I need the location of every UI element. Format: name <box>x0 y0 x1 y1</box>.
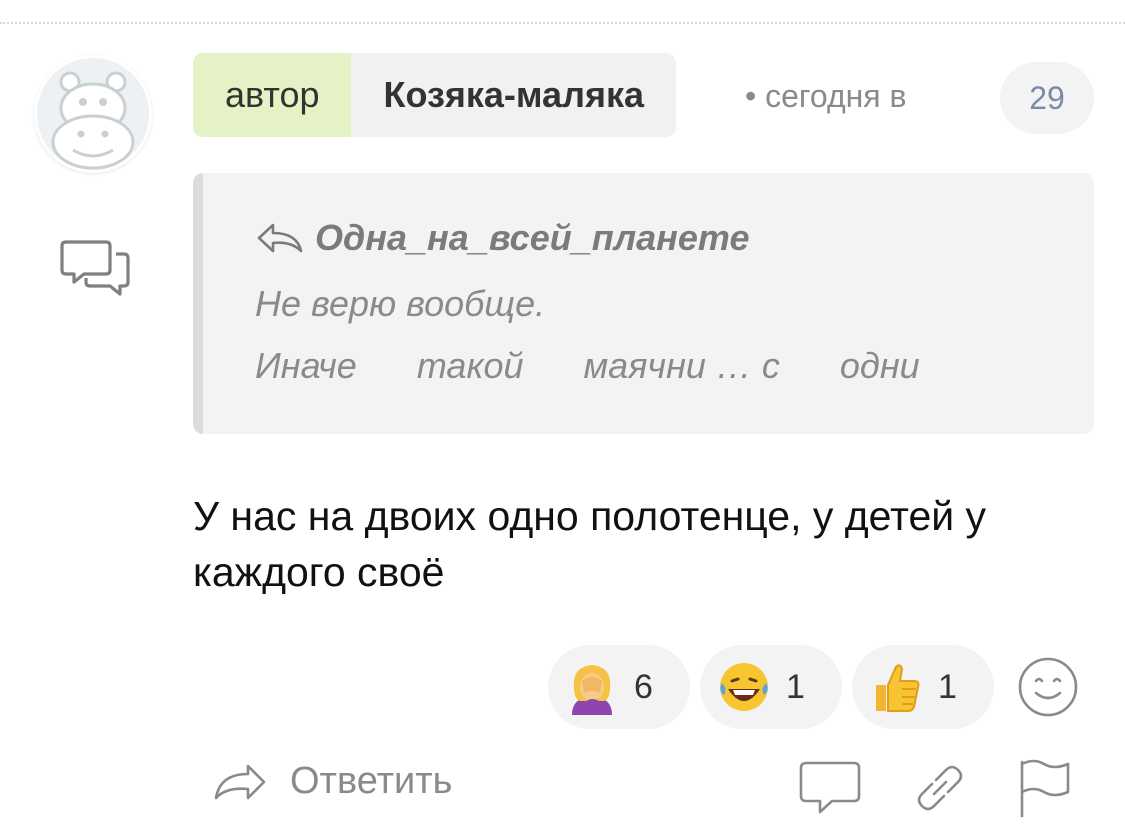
chat-bubbles-icon[interactable] <box>60 238 132 298</box>
reaction-count: 1 <box>786 667 805 706</box>
facepalm-emoji-icon <box>572 665 612 715</box>
comment-body: У нас на двоих одно полотенце, у детей у… <box>193 493 987 595</box>
reaction-count: 1 <box>938 667 957 706</box>
reply-button[interactable]: Ответить <box>212 760 452 803</box>
reply-arrow-icon <box>214 764 266 799</box>
comment-icon[interactable] <box>798 760 862 816</box>
reaction-count: 6 <box>634 667 653 706</box>
avatar[interactable] <box>34 55 152 173</box>
quote-text-line: Иначе такой маячни … с одни <box>255 345 920 386</box>
top-divider <box>0 22 1125 24</box>
reaction-facepalm[interactable]: 6 <box>548 645 690 729</box>
quoted-comment[interactable]: Одна_на_всей_планете Не верю вообще. Ина… <box>193 173 1094 434</box>
comment-count-badge[interactable]: 29 <box>1000 62 1094 134</box>
comment-header: автор Козяка-маляка <box>193 53 676 137</box>
hippo-avatar-icon <box>37 58 149 170</box>
quote-author[interactable]: Одна_на_всей_планете <box>255 217 749 259</box>
reply-arrow-icon <box>257 223 303 253</box>
add-reaction-smiley-icon[interactable] <box>1016 655 1080 719</box>
link-icon[interactable] <box>912 760 968 816</box>
quote-text-line: Не верю вообще. <box>255 283 546 324</box>
thumbs-up-emoji-icon <box>876 664 920 712</box>
quote-author-name: Одна_на_всей_планете <box>315 217 750 258</box>
flag-icon[interactable] <box>1016 758 1072 818</box>
laughing-tears-emoji-icon <box>720 663 768 711</box>
reaction-laughing[interactable]: 1 <box>700 645 842 729</box>
author-tag: автор <box>193 53 352 137</box>
timestamp: • сегодня в <box>745 77 907 114</box>
comment-page: автор Козяка-маляка • сегодня в 29 Одна_… <box>0 0 1125 828</box>
reply-label: Ответить <box>290 760 453 802</box>
comment-meta: • сегодня в <box>745 72 965 120</box>
meta-fade <box>915 72 965 120</box>
username-link[interactable]: Козяка-маляка <box>351 53 676 137</box>
reaction-thumbs-up[interactable]: 1 <box>852 645 994 729</box>
